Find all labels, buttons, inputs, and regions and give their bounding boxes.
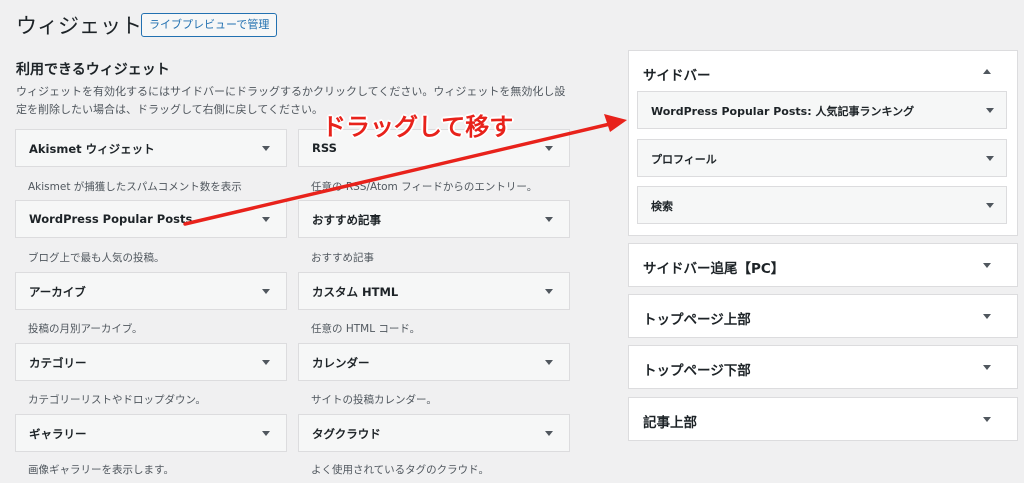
chevron-down-icon[interactable] [262,431,270,436]
widget-label: アーカイブ [29,285,86,299]
widget-description: ブログ上で最も人気の投稿。 [28,252,165,264]
widget-label: ギャラリー [29,427,87,441]
widget-description: Akismet が捕獲したスパムコメント数を表示 [28,181,242,193]
widget-description: おすすめ記事 [311,252,374,264]
live-preview-button[interactable]: ライブプレビューで管理 [141,13,278,37]
widget-description: 任意の HTML コード。 [311,323,421,335]
chevron-down-icon[interactable] [545,431,553,436]
chevron-down-icon[interactable] [545,146,553,151]
widget-area-article-top[interactable]: 記事上部 [628,397,1018,441]
widget-area-title[interactable]: トップページ下部 [643,359,751,379]
widget-calendar[interactable]: カレンダー [298,343,570,381]
widget-label: おすすめ記事 [312,213,381,227]
widget-area-title[interactable]: 記事上部 [643,411,697,431]
drag-annotation-text: ドラッグして移す [322,113,514,141]
chevron-down-icon[interactable] [986,108,994,113]
widget-label: タグクラウド [312,427,381,441]
sidebar-widget-profile[interactable]: プロフィール [637,139,1007,177]
widget-description: 画像ギャラリーを表示します。 [28,464,174,476]
chevron-down-icon[interactable] [983,417,991,422]
widget-osusume-kiji[interactable]: おすすめ記事 [298,200,570,238]
available-widgets-title: 利用できるウィジェット [16,62,170,78]
widget-description: よく使用されているタグのクラウド。 [311,464,489,476]
widget-category[interactable]: カテゴリー [15,343,287,381]
chevron-down-icon[interactable] [545,289,553,294]
chevron-down-icon[interactable] [983,365,991,370]
sidebar-widget-popular-posts[interactable]: WordPress Popular Posts: 人気記事ランキング [637,91,1007,129]
widget-area-title[interactable]: トップページ上部 [643,308,751,328]
widget-gallery[interactable]: ギャラリー [15,414,287,452]
chevron-down-icon[interactable] [983,263,991,268]
chevron-up-icon[interactable] [983,69,991,74]
chevron-down-icon[interactable] [262,289,270,294]
widget-custom-html[interactable]: カスタム HTML [298,272,570,310]
widget-area-sidebar-follow-pc[interactable]: サイドバー追尾【PC】 [628,243,1018,287]
chevron-down-icon[interactable] [262,217,270,222]
widget-label: カスタム HTML [312,285,399,299]
widget-label: 検索 [651,200,673,213]
widget-description: 任意の RSS/Atom フィードからのエントリー。 [311,181,538,193]
widget-label: プロフィール [651,153,717,166]
widget-description: サイトの投稿カレンダー。 [311,394,437,406]
chevron-down-icon[interactable] [986,156,994,161]
widget-area-title[interactable]: サイドバー [643,64,711,84]
chevron-down-icon[interactable] [545,360,553,365]
chevron-down-icon[interactable] [983,314,991,319]
widget-label: WordPress Popular Posts [29,212,193,226]
widget-tag-cloud[interactable]: タグクラウド [298,414,570,452]
chevron-down-icon[interactable] [262,360,270,365]
page-title: ウィジェット [16,14,142,38]
widget-archive[interactable]: アーカイブ [15,272,287,310]
widget-area-top-page-upper[interactable]: トップページ上部 [628,294,1018,338]
widget-akismet[interactable]: Akismet ウィジェット [15,129,287,167]
widget-area-top-page-lower[interactable]: トップページ下部 [628,345,1018,389]
widget-wordpress-popular-posts[interactable]: WordPress Popular Posts [15,200,287,238]
widget-description: 投稿の月別アーカイブ。 [28,323,143,335]
widget-area-sidebar[interactable]: サイドバー WordPress Popular Posts: 人気記事ランキング… [628,50,1018,236]
widget-label: カテゴリー [29,356,87,370]
chevron-down-icon[interactable] [545,217,553,222]
chevron-down-icon[interactable] [986,203,994,208]
widget-area-title[interactable]: サイドバー追尾【PC】 [643,257,784,277]
sidebar-widget-search[interactable]: 検索 [637,186,1007,224]
widget-label: Akismet ウィジェット [29,142,155,156]
chevron-down-icon[interactable] [262,146,270,151]
widget-description: カテゴリーリストやドロップダウン。 [28,394,206,406]
widget-label: RSS [312,141,337,155]
widget-label: WordPress Popular Posts: 人気記事ランキング [651,105,915,118]
widget-label: カレンダー [312,356,370,370]
